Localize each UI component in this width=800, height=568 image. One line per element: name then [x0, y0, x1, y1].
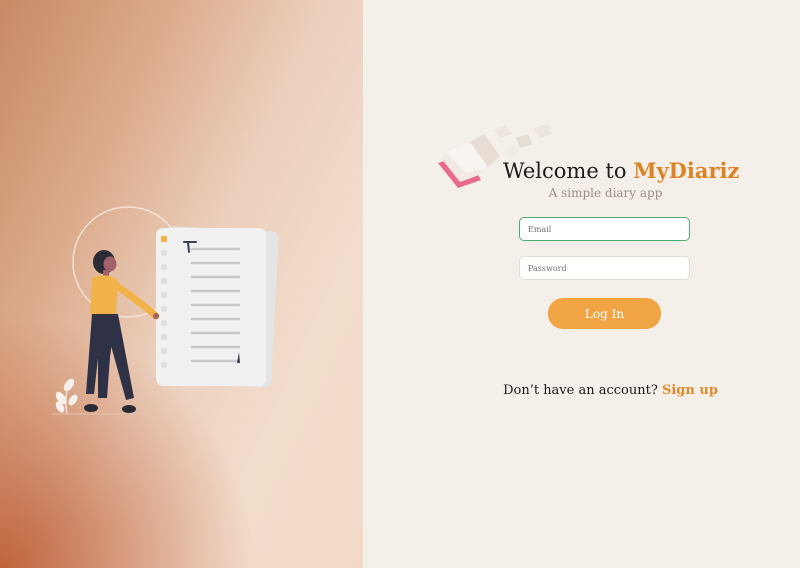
email-field[interactable] — [519, 217, 690, 241]
login-panel: Welcome to MyDiariz A simple diary app L… — [363, 0, 800, 568]
welcome-prefix: Welcome to — [503, 159, 634, 183]
login-page: Welcome to MyDiariz A simple diary app L… — [0, 0, 800, 568]
welcome-title: Welcome to MyDiariz — [503, 158, 739, 184]
woman-checklist-illustration — [52, 206, 279, 415]
signup-question: Don’t have an account? — [503, 383, 658, 398]
signup-prompt: Don’t have an account? Sign up — [503, 383, 718, 398]
login-button[interactable]: Log In — [548, 298, 661, 329]
app-tagline: A simple diary app — [548, 186, 663, 200]
brand-name: MyDiariz — [633, 158, 740, 183]
signup-link[interactable]: Sign up — [662, 383, 718, 398]
illustration-panel — [0, 0, 363, 568]
password-field[interactable] — [519, 256, 690, 280]
